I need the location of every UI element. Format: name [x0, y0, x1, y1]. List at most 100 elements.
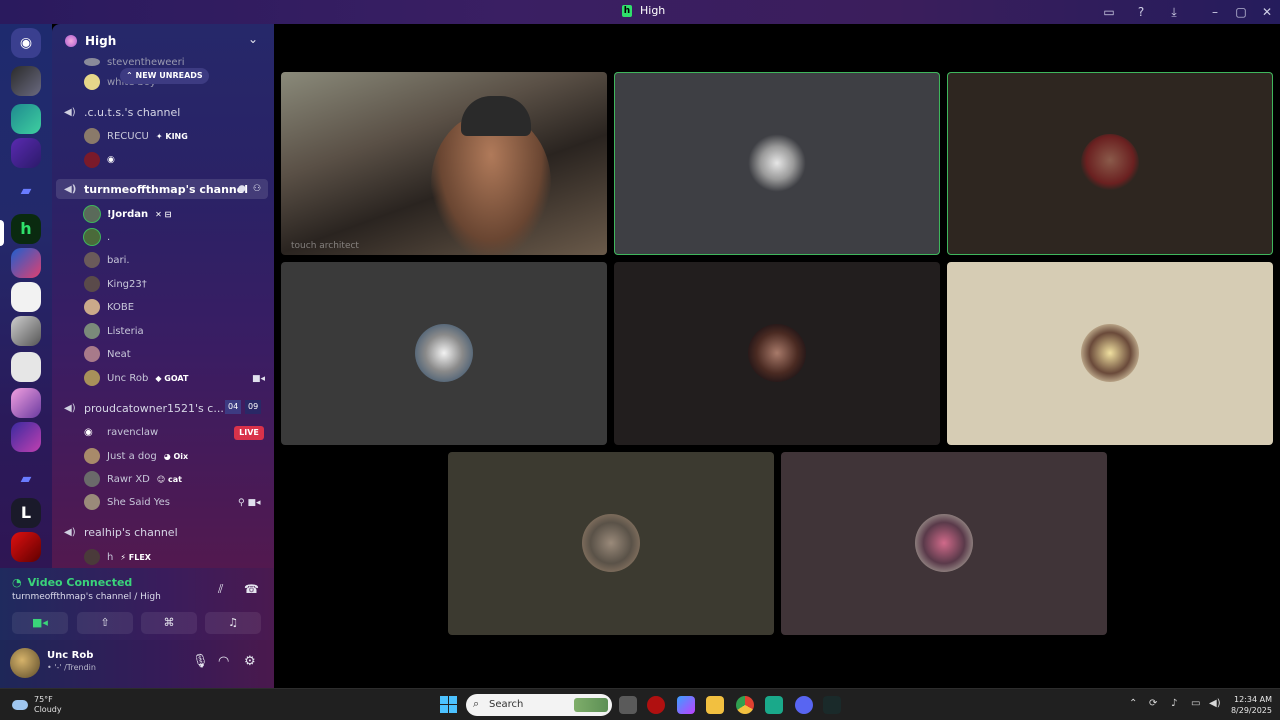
taskbar-search[interactable]: ⌕ Search: [466, 694, 612, 716]
network-icon[interactable]: ▭: [1191, 698, 1200, 709]
server-icon-11[interactable]: [11, 532, 41, 562]
voice-channel-cuts[interactable]: ◀) .c.u.t.s.'s channel: [64, 104, 180, 120]
download-icon[interactable]: ⤓: [1166, 4, 1182, 20]
discord-taskbar-icon[interactable]: [795, 696, 813, 714]
video-tile-camera[interactable]: touch architect: [281, 72, 607, 255]
voice-member[interactable]: .: [84, 228, 110, 246]
clock-date: 8/29/2025: [1230, 706, 1272, 715]
maximize-icon[interactable]: ▢: [1233, 4, 1249, 20]
server-logo-icon: h: [622, 4, 632, 17]
channel-name: turnmeoffthmap's channel: [84, 182, 248, 196]
discord-home-icon[interactable]: ◉: [11, 28, 41, 58]
voice-member[interactable]: Rawr XD ☺ cat: [84, 470, 182, 488]
server-icon-1[interactable]: [11, 66, 41, 96]
role-tag: ✦ KING: [155, 131, 188, 141]
user-avatar: [415, 324, 473, 382]
sync-icon[interactable]: ⟳: [1149, 698, 1157, 709]
task-view-icon[interactable]: [619, 696, 637, 714]
search-icon: ⌕: [473, 697, 480, 710]
chrome-icon[interactable]: [736, 696, 754, 714]
video-tile[interactable]: [781, 452, 1107, 635]
app-green-icon[interactable]: [765, 696, 783, 714]
video-tile[interactable]: [614, 262, 940, 445]
terminal-icon[interactable]: [823, 696, 841, 714]
app-red-icon[interactable]: [647, 696, 665, 714]
mic-tray-icon[interactable]: ♪: [1171, 698, 1177, 709]
role-tag: ⚡ FLEX: [120, 552, 151, 562]
speaker-icon: ◀): [64, 526, 76, 538]
weather-widget[interactable]: 75°F Cloudy: [12, 695, 62, 715]
muted-icon: ✕ ⊟: [155, 209, 172, 219]
server-icon-5[interactable]: [11, 282, 41, 312]
video-tile[interactable]: [281, 262, 607, 445]
voice-member[interactable]: Unc Rob ◆ GOAT: [84, 369, 188, 387]
voice-member[interactable]: RECUCU ✦ KING: [84, 127, 188, 145]
windows-start-icon[interactable]: [440, 696, 457, 713]
user-avatar: [1081, 134, 1139, 192]
camera-button[interactable]: ■◂: [12, 612, 68, 634]
voice-member[interactable]: King23†: [84, 275, 147, 293]
screen-share-button[interactable]: ⇧: [77, 612, 133, 634]
copilot-icon[interactable]: [677, 696, 695, 714]
video-tile-speaking[interactable]: [947, 72, 1273, 255]
voice-member[interactable]: Neat: [84, 345, 131, 363]
voice-member[interactable]: ◉ ravenclaw: [84, 423, 158, 441]
user-avatar: [1081, 324, 1139, 382]
server-icon-6[interactable]: [11, 316, 41, 346]
voice-member[interactable]: ◉: [84, 151, 115, 169]
settings-gear-icon[interactable]: ⚙: [244, 654, 256, 669]
invite-icon[interactable]: ⚇: [253, 184, 261, 194]
folder-icon[interactable]: ▰: [11, 176, 41, 206]
chat-icon[interactable]: ●: [238, 184, 246, 194]
close-icon[interactable]: ✕: [1259, 4, 1275, 20]
voice-channel-realhip[interactable]: ◀) realhip's channel: [64, 524, 178, 540]
soundboard-button[interactable]: ♫: [205, 612, 261, 634]
voice-member[interactable]: !Jordan ✕ ⊟: [84, 205, 171, 223]
avatar[interactable]: [10, 648, 40, 678]
voice-member[interactable]: She Said Yes: [84, 493, 170, 511]
activities-button[interactable]: ⌘: [141, 612, 197, 634]
live-badge[interactable]: LIVE: [234, 426, 264, 440]
folder-icon-2[interactable]: ▰: [11, 464, 41, 494]
voice-channel-turnmeoffthmap[interactable]: ◀) turnmeoffthmap's channel: [56, 179, 268, 199]
chevron-down-icon[interactable]: ⌄: [248, 32, 258, 46]
voice-status-text: Video Connected: [27, 576, 133, 589]
title-bar: h High ▭ ? ⤓ – ▢ ✕: [0, 0, 1280, 24]
headphones-graphic: [461, 96, 531, 136]
server-icon-7[interactable]: [11, 352, 41, 382]
server-icon-high[interactable]: h: [11, 214, 41, 244]
inbox-icon[interactable]: ▭: [1101, 4, 1117, 20]
server-icon-4[interactable]: [11, 248, 41, 278]
server-icon-9[interactable]: [11, 422, 41, 452]
server-icon-8[interactable]: [11, 388, 41, 418]
voice-channel-proudcatowner[interactable]: ◀) proudcatowner1521's c...: [64, 400, 224, 416]
minimize-icon[interactable]: –: [1207, 4, 1223, 20]
help-icon[interactable]: ?: [1133, 4, 1149, 20]
server-icon-3[interactable]: [11, 138, 41, 168]
voice-member[interactable]: h ⚡ FLEX: [84, 548, 151, 566]
stream-icon: ⚲ ■◂: [238, 498, 261, 508]
microphone-icon[interactable]: 🎙︎: [192, 654, 209, 669]
chevron-up-icon[interactable]: ⌃: [1129, 698, 1137, 709]
voice-location[interactable]: turnmeoffthmap's channel / High: [12, 592, 161, 602]
system-clock[interactable]: 12:34 AM 8/29/2025: [1222, 694, 1272, 716]
voice-member[interactable]: Listeria: [84, 322, 144, 340]
headphones-icon[interactable]: ◠: [218, 654, 229, 669]
voice-member[interactable]: KOBE: [84, 298, 134, 316]
voice-status: ◔ Video Connected: [12, 576, 132, 589]
video-tile-speaking[interactable]: [614, 72, 940, 255]
voice-member[interactable]: bari.: [84, 251, 130, 269]
disconnect-icon[interactable]: ☎: [244, 582, 259, 596]
server-icon-2[interactable]: [11, 104, 41, 134]
new-unreads-badge[interactable]: ⌃ NEW UNREADS: [120, 68, 209, 84]
file-explorer-icon[interactable]: [706, 696, 724, 714]
server-icon-10[interactable]: L: [11, 498, 41, 528]
volume-icon[interactable]: ◀): [1209, 698, 1221, 709]
voice-member[interactable]: Just a dog ◕ Oix: [84, 447, 188, 465]
video-tile[interactable]: [947, 262, 1273, 445]
windows-taskbar: 75°F Cloudy ⌕ Search ⌃ ⟳ ♪ ▭ ◀) 12:34 AM…: [0, 688, 1280, 720]
channel-name: proudcatowner1521's c...: [84, 401, 224, 415]
video-tile[interactable]: [448, 452, 774, 635]
speaker-icon: ◀): [64, 183, 77, 195]
noise-suppression-icon[interactable]: ⫽: [218, 582, 223, 597]
